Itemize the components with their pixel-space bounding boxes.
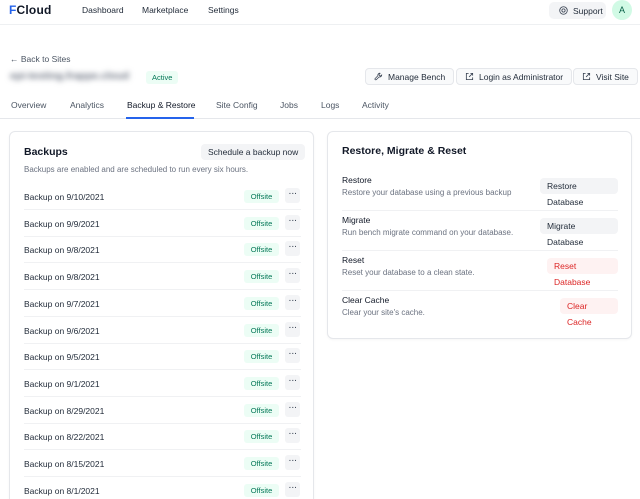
backup-label: Backup on 8/1/2021 xyxy=(24,485,100,496)
offsite-badge: Offsite xyxy=(244,296,279,310)
backup-row: Backup on 9/8/2021 Offsite ··· xyxy=(24,237,301,264)
support-label: Support xyxy=(573,5,603,16)
backup-label: Backup on 9/8/2021 xyxy=(24,245,100,256)
restore-row: Restore Restore your database using a pre… xyxy=(342,171,618,211)
restore-description: Restore your database using a previous b… xyxy=(342,188,512,197)
external-link-icon xyxy=(582,72,591,81)
migrate-title: Migrate xyxy=(342,215,371,225)
backups-title: Backups xyxy=(24,146,68,158)
wrench-icon xyxy=(374,72,383,81)
backup-row: Backup on 9/10/2021 Offsite ··· xyxy=(24,184,301,210)
more-actions-button[interactable]: ··· xyxy=(285,481,300,497)
reset-description: Reset your database to a clean state. xyxy=(342,268,475,277)
offsite-badge: Offsite xyxy=(244,190,279,203)
backup-row: Backup on 8/1/2021 Offsite ··· xyxy=(24,478,301,499)
backup-row: Backup on 9/7/2021 Offsite ··· xyxy=(24,291,301,317)
more-actions-button[interactable]: ··· xyxy=(285,188,300,203)
more-actions-button[interactable]: ··· xyxy=(285,374,300,390)
offsite-badge: Offsite xyxy=(244,483,279,497)
offsite-badge: Offsite xyxy=(244,430,279,444)
avatar[interactable]: A xyxy=(612,0,632,20)
support-button[interactable]: Support xyxy=(549,2,606,19)
reset-row: Reset Reset your database to a clean stat… xyxy=(342,251,618,291)
tab-activity[interactable]: Activity xyxy=(362,100,389,110)
more-actions-button[interactable]: ··· xyxy=(285,241,300,257)
backup-row: Backup on 9/1/2021 Offsite ··· xyxy=(24,371,301,397)
offsite-badge: Offsite xyxy=(244,243,279,257)
backup-label: Backup on 9/5/2021 xyxy=(24,352,100,363)
backup-row: Backup on 9/5/2021 Offsite ··· xyxy=(24,344,301,371)
top-navbar: FCloud Dashboard Marketplace Settings Su… xyxy=(0,0,640,25)
backups-description: Backups are enabled and are scheduled to… xyxy=(24,165,249,174)
offsite-badge: Offsite xyxy=(244,270,279,284)
back-to-sites-link[interactable]: ← Back to Sites xyxy=(10,54,70,64)
backup-label: Backup on 9/10/2021 xyxy=(24,192,105,202)
clear-cache-button[interactable]: Clear Cache xyxy=(560,298,618,327)
help-circle-icon xyxy=(559,6,568,15)
offsite-badge: Offsite xyxy=(244,376,279,390)
schedule-backup-button[interactable]: Schedule a backup now xyxy=(201,144,306,160)
tab-jobs[interactable]: Jobs xyxy=(280,100,298,110)
more-actions-button[interactable]: ··· xyxy=(285,401,300,417)
offsite-badge: Offsite xyxy=(244,457,279,470)
migrate-button[interactable]: Migrate Database xyxy=(540,218,618,247)
restore-button[interactable]: Restore Database xyxy=(540,178,618,207)
backup-label: Backup on 8/29/2021 xyxy=(24,405,105,416)
tab-overview[interactable]: Overview xyxy=(11,100,46,110)
backup-row: Backup on 9/9/2021 Offsite ··· xyxy=(24,211,301,237)
offsite-badge: Offsite xyxy=(244,323,279,337)
tab-site-config[interactable]: Site Config xyxy=(216,100,258,110)
site-name: epi-testing.frappe.cloud xyxy=(10,70,130,82)
tab-backup-restore[interactable]: Backup & Restore xyxy=(127,100,196,110)
backup-label: Backup on 9/7/2021 xyxy=(24,298,100,309)
backup-row: Backup on 8/22/2021 Offsite ··· xyxy=(24,424,301,451)
tab-analytics[interactable]: Analytics xyxy=(70,100,104,110)
more-actions-button[interactable]: ··· xyxy=(285,455,300,470)
backup-row: Backup on 9/8/2021 Offsite ··· xyxy=(24,264,301,291)
site-tabs: Overview Analytics Backup & Restore Site… xyxy=(0,94,640,119)
tab-logs[interactable]: Logs xyxy=(321,100,339,110)
frappe-cloud-logo[interactable]: FCloud xyxy=(9,3,52,17)
restore-migrate-reset-card: Restore, Migrate & Reset Restore Restore … xyxy=(327,131,632,339)
visit-site-button[interactable]: Visit Site xyxy=(573,68,638,85)
clear-cache-row: Clear Cache Clear your site's cache. Clear… xyxy=(342,291,618,331)
clear-cache-description: Clear your site's cache. xyxy=(342,308,425,317)
clear-cache-title: Clear Cache xyxy=(342,295,390,305)
restore-title: Restore xyxy=(342,175,372,185)
nav-dashboard[interactable]: Dashboard xyxy=(82,5,124,15)
more-actions-button[interactable]: ··· xyxy=(285,428,300,444)
manage-bench-button[interactable]: Manage Bench xyxy=(365,68,455,85)
backup-label: Backup on 9/6/2021 xyxy=(24,325,100,336)
backup-label: Backup on 9/8/2021 xyxy=(24,272,100,283)
backup-row: Backup on 9/6/2021 Offsite ··· xyxy=(24,318,301,344)
backup-label: Backup on 8/22/2021 xyxy=(24,432,105,443)
login-as-admin-button[interactable]: Login as Administrator xyxy=(456,68,573,85)
nav-marketplace[interactable]: Marketplace xyxy=(142,5,188,15)
restore-card-title: Restore, Migrate & Reset xyxy=(342,145,467,157)
more-actions-button[interactable]: ··· xyxy=(285,214,300,230)
nav-settings[interactable]: Settings xyxy=(208,5,239,15)
backup-label: Backup on 9/9/2021 xyxy=(24,218,100,229)
migrate-row: Migrate Run bench migrate command on your… xyxy=(342,211,618,251)
reset-title: Reset xyxy=(342,255,365,265)
backup-label: Backup on 8/15/2021 xyxy=(24,459,105,469)
offsite-badge: Offsite xyxy=(244,216,279,230)
more-actions-button[interactable]: ··· xyxy=(285,294,300,310)
more-actions-button[interactable]: ··· xyxy=(285,321,300,337)
backups-card: Backups Schedule a backup now Backups ar… xyxy=(9,131,314,499)
external-link-icon xyxy=(465,72,474,81)
backup-row: Backup on 8/15/2021 Offsite ··· xyxy=(24,451,301,477)
migrate-description: Run bench migrate command on your databa… xyxy=(342,228,514,237)
backup-label: Backup on 9/1/2021 xyxy=(24,378,100,389)
more-actions-button[interactable]: ··· xyxy=(285,268,300,284)
offsite-badge: Offsite xyxy=(244,350,279,364)
more-actions-button[interactable]: ··· xyxy=(285,348,300,364)
status-badge: Active xyxy=(146,71,179,84)
offsite-badge: Offsite xyxy=(244,403,279,417)
active-tab-indicator xyxy=(126,117,194,119)
backup-row: Backup on 8/29/2021 Offsite ··· xyxy=(24,398,301,424)
reset-button[interactable]: Reset Database xyxy=(547,258,618,287)
